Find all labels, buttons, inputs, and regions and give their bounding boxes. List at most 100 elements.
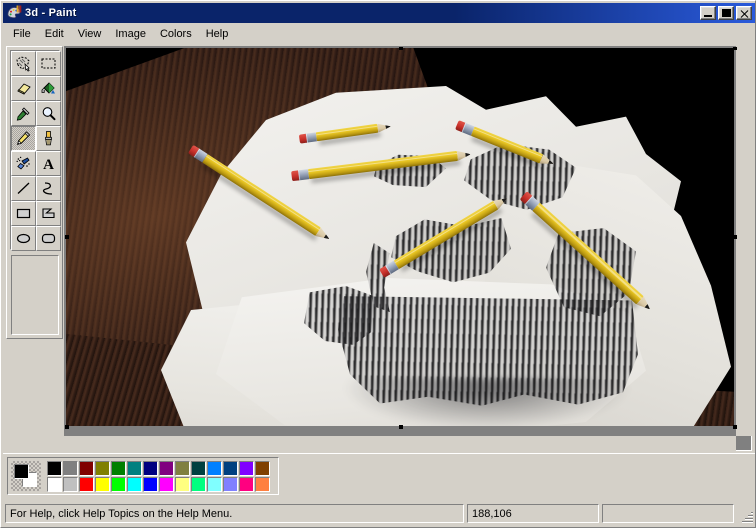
canvas-scroll-area[interactable] [64, 46, 752, 451]
palette-swatch-bottom-8[interactable] [175, 477, 190, 492]
palette-swatch-bottom-1[interactable] [63, 477, 78, 492]
minimize-button[interactable] [700, 6, 716, 20]
palette-swatch-top-7[interactable] [159, 461, 174, 476]
curve-icon [40, 180, 57, 197]
palette-swatch-top-8[interactable] [175, 461, 190, 476]
resize-handle-middle-right[interactable] [733, 235, 737, 239]
palette-swatch-bottom-12[interactable] [239, 477, 254, 492]
text-icon: A [40, 155, 57, 172]
paint-palette-icon [6, 5, 22, 21]
palette-swatch-top-11[interactable] [223, 461, 238, 476]
horizontal-scrollbar[interactable] [64, 436, 736, 452]
palette-swatch-top-13[interactable] [255, 461, 270, 476]
ellipse-tool[interactable] [11, 226, 36, 251]
tool-box: A [6, 46, 63, 339]
airbrush-icon [15, 155, 32, 172]
palette-swatch-top-0[interactable] [47, 461, 62, 476]
palette-swatch-bottom-5[interactable] [127, 477, 142, 492]
magnifier-tool[interactable] [36, 101, 61, 126]
palette-swatch-bottom-7[interactable] [159, 477, 174, 492]
pencil-icon [15, 130, 32, 147]
rectangle-icon [15, 205, 32, 222]
polygon-icon [40, 205, 57, 222]
paint-window: 3d - Paint File Edit View Image Colors H… [0, 0, 756, 528]
palette-swatch-top-9[interactable] [191, 461, 206, 476]
menu-bar: File Edit View Image Colors Help [3, 24, 755, 43]
menu-image[interactable]: Image [108, 26, 153, 42]
workspace: A [3, 44, 755, 453]
palette-swatch-top-10[interactable] [207, 461, 222, 476]
window-title: 3d - Paint [25, 7, 77, 19]
palette-swatch-bottom-3[interactable] [95, 477, 110, 492]
rounded-rectangle-tool[interactable] [36, 226, 61, 251]
palette-swatch-bottom-0[interactable] [47, 477, 62, 492]
palette-swatch-top-6[interactable] [143, 461, 158, 476]
close-button[interactable] [736, 6, 752, 20]
palette-swatch-bottom-10[interactable] [207, 477, 222, 492]
resize-handle-top-center[interactable] [399, 46, 403, 50]
resize-grip-icon[interactable] [739, 509, 753, 523]
status-bar: For Help, click Help Topics on the Help … [3, 501, 755, 526]
window-controls [700, 6, 753, 20]
eyedropper-icon [15, 105, 32, 122]
eraser-tool[interactable] [11, 76, 36, 101]
palette-swatch-bottom-11[interactable] [223, 477, 238, 492]
canvas-container [65, 47, 735, 432]
palette-swatch-bottom-6[interactable] [143, 477, 158, 492]
free-form-select-tool[interactable] [11, 51, 36, 76]
resize-handle-middle-left[interactable] [65, 235, 69, 239]
paintbrush-icon [40, 130, 57, 147]
free-form-select-icon [15, 55, 32, 72]
palette-swatch-top-3[interactable] [95, 461, 110, 476]
brush-tool[interactable] [36, 126, 61, 151]
status-help-text: For Help, click Help Topics on the Help … [5, 504, 464, 523]
menu-file[interactable]: File [6, 26, 38, 42]
palette-swatch-bottom-13[interactable] [255, 477, 270, 492]
menu-edit[interactable]: Edit [38, 26, 71, 42]
menu-view[interactable]: View [71, 26, 109, 42]
polygon-tool[interactable] [36, 201, 61, 226]
menu-help[interactable]: Help [199, 26, 236, 42]
pick-color-tool[interactable] [11, 101, 36, 126]
image-canvas[interactable] [66, 48, 734, 426]
palette-swatch-top-5[interactable] [127, 461, 142, 476]
tool-options-panel [11, 255, 59, 335]
menu-colors[interactable]: Colors [153, 26, 199, 42]
ellipse-icon [15, 230, 32, 247]
fill-with-color-tool[interactable] [36, 76, 61, 101]
title-bar[interactable]: 3d - Paint [3, 3, 755, 23]
palette-swatch-top-2[interactable] [79, 461, 94, 476]
resize-handle-bottom-left[interactable] [65, 425, 69, 429]
resize-handle-top-right[interactable] [733, 46, 737, 50]
vertical-scrollbar[interactable] [736, 46, 752, 436]
rectangle-tool[interactable] [11, 201, 36, 226]
color-swatch-grid [47, 461, 270, 492]
palette-swatch-top-12[interactable] [239, 461, 254, 476]
color-palette [7, 457, 279, 495]
magnifier-icon [40, 105, 57, 122]
resize-handle-bottom-right[interactable] [733, 425, 737, 429]
curve-tool[interactable] [36, 176, 61, 201]
paint-bucket-icon [40, 80, 57, 97]
palette-swatch-bottom-2[interactable] [79, 477, 94, 492]
pencil-tool[interactable] [11, 126, 36, 151]
line-icon [15, 180, 32, 197]
select-rectangle-icon [40, 55, 57, 72]
resize-handle-bottom-center[interactable] [399, 425, 403, 429]
text-tool[interactable]: A [36, 151, 61, 176]
maximize-button[interactable] [718, 6, 734, 20]
svg-text:A: A [43, 157, 54, 172]
palette-swatch-top-4[interactable] [111, 461, 126, 476]
foreground-color-swatch[interactable] [14, 464, 29, 479]
select-tool[interactable] [36, 51, 61, 76]
rounded-rectangle-icon [40, 230, 57, 247]
palette-swatch-bottom-4[interactable] [111, 477, 126, 492]
status-cursor-position: 188,106 [467, 504, 599, 523]
palette-swatch-top-1[interactable] [63, 461, 78, 476]
current-colors-indicator[interactable] [11, 461, 41, 491]
line-tool[interactable] [11, 176, 36, 201]
airbrush-tool[interactable] [11, 151, 36, 176]
palette-swatch-bottom-9[interactable] [191, 477, 206, 492]
status-selection-size [602, 504, 734, 523]
color-palette-bar [3, 453, 755, 499]
